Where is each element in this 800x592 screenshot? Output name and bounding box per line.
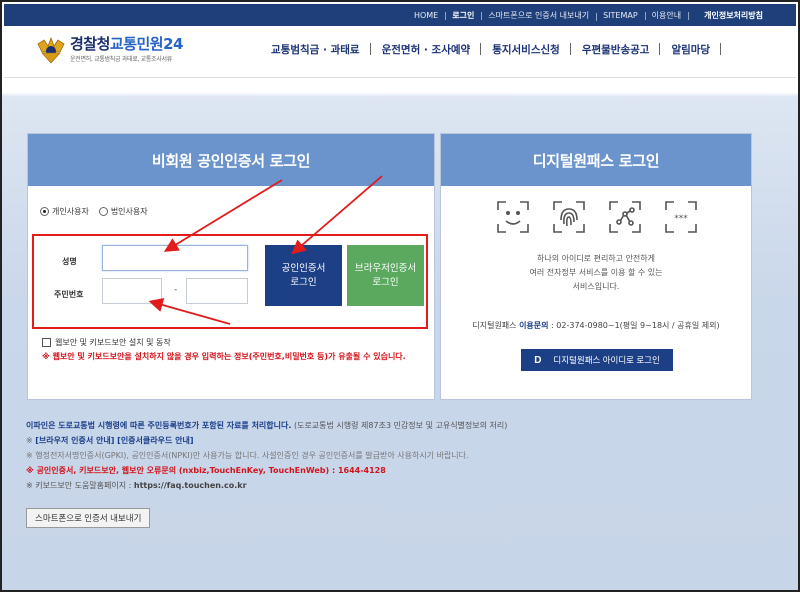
- digital-onepass-login-button[interactable]: D 디지털원패스 아이디로 로그인: [521, 349, 673, 371]
- nav-license[interactable]: 운전면허 · 조사예약: [371, 42, 482, 57]
- login-form-highlight: 성명 주민번호 - 공인인증서 로그인 브라우저인증서 로그인: [32, 234, 428, 329]
- notice-list: 이파인은 도로교통법 시행령에 따른 주민등록번호가 포함된 자료를 처리합니다…: [26, 418, 766, 493]
- notice-error-contact: ※ 공인인증서, 키보드보안, 웹보안 오류문의 (nxbiz,TouchEnK…: [26, 466, 386, 475]
- rrn-front-input[interactable]: [102, 278, 162, 304]
- security-check-label: 웹보안 및 키보드보안 설치 및 동작: [55, 338, 171, 347]
- site-header: 경찰청교통민원24 운전면허, 교통범칙금 과태료, 교통조사서류 교통범칙금 …: [4, 26, 796, 78]
- main-nav: 교통범칙금 · 과태료 운전면허 · 조사예약 통지서비스신청 우편물반송공고 …: [260, 42, 721, 57]
- name-input[interactable]: [102, 245, 248, 271]
- util-login-link[interactable]: 로그인: [445, 10, 481, 21]
- name-label: 성명: [62, 257, 77, 266]
- notice-rrn-processing: 이파인은 도로교통법 시행령에 따른 주민등록번호가 포함된 자료를 처리합니다…: [26, 421, 508, 430]
- utility-bar: HOME 로그인 스마트폰으로 인증서 내보내기 SITEMAP 이용안내 개인…: [4, 4, 796, 26]
- digital-onepass-description: 하나의 아이디로 편리하고 안전하게 여러 전자정부 서비스를 이용 할 수 있…: [529, 254, 663, 291]
- radio-corporate-label: 법인사용자: [110, 207, 148, 216]
- svg-text:***: ***: [674, 214, 688, 224]
- notice-cert-types: ※ 행정전자서명인증서(GPKI), 공인인증서(NPKI)만 사용가능 합니다…: [26, 451, 469, 460]
- nonmember-login-panel: 비회원 공인인증서 로그인 개인사용자 법인사용자 성명 주민번호 - 공인인증…: [27, 133, 435, 400]
- auth-method-icons: ***: [496, 200, 698, 234]
- rrn-label: 주민번호: [54, 290, 84, 299]
- radio-personal-dot[interactable]: [40, 207, 49, 216]
- nonmember-login-title: 비회원 공인인증서 로그인: [28, 134, 434, 186]
- fingerprint-icon: [553, 201, 585, 233]
- rrn-back-input[interactable]: [186, 278, 248, 304]
- notice-browser-cert-links[interactable]: ※ [브라우저 인증서 안내] [인증서클라우드 안내]: [26, 433, 766, 448]
- user-type-group: 개인사용자 법인사용자: [40, 206, 148, 217]
- rrn-dash: -: [174, 285, 178, 295]
- nav-notification[interactable]: 통지서비스신청: [481, 42, 571, 57]
- digital-onepass-button-label: 디지털원패스 아이디로 로그인: [553, 355, 660, 365]
- page-frame: HOME 로그인 스마트폰으로 인증서 내보내기 SITEMAP 이용안내 개인…: [0, 0, 800, 592]
- radio-corporate-dot[interactable]: [98, 207, 108, 216]
- security-checkbox[interactable]: [42, 338, 51, 347]
- face-id-icon: [497, 201, 529, 233]
- cert-login-button[interactable]: 공인인증서 로그인: [265, 245, 342, 306]
- notice-keyboard-help: ※ 키보드보안 도움말홈페이지 : https://faq.touchen.co…: [26, 481, 247, 490]
- onepass-d-icon: D: [534, 354, 542, 366]
- keyboard-help-link[interactable]: https://faq.touchen.co.kr: [134, 481, 247, 490]
- digital-onepass-contact: 디지털원패스 이용문의 : 02-374-0980~1(평일 9~18시 / 공…: [472, 321, 720, 330]
- util-privacy-link[interactable]: 개인정보처리방침: [688, 10, 770, 21]
- radio-personal[interactable]: 개인사용자: [40, 206, 89, 217]
- logo-title: 경찰청교통민원24: [70, 35, 183, 53]
- nav-notice[interactable]: 알림마당: [660, 42, 721, 57]
- browser-cert-login-button[interactable]: 브라우저인증서 로그인: [347, 245, 424, 306]
- util-guide-link[interactable]: 이용안내: [644, 10, 688, 21]
- logo-subtitle: 운전면허, 교통범칙금 과태료, 교통조사서류: [70, 56, 172, 63]
- export-cert-button[interactable]: 스마트폰으로 인증서 내보내기: [26, 508, 151, 528]
- site-logo[interactable]: 경찰청교통민원24 운전면허, 교통범칙금 과태료, 교통조사서류: [36, 36, 183, 64]
- pin-icon: ***: [665, 201, 697, 233]
- radio-corporate[interactable]: 법인사용자: [98, 206, 148, 217]
- security-warning: ※ 웹보안 및 키보드보안을 설치하지 않을 경우 입력하는 정보(주민번호,비…: [42, 352, 406, 361]
- digital-onepass-panel: 디지털원패스 로그인 *** 하나의 아이디로 편리하고 안전하게 여러 전자정…: [440, 133, 752, 400]
- util-home-link[interactable]: HOME: [407, 11, 445, 20]
- util-sitemap-link[interactable]: SITEMAP: [596, 11, 645, 21]
- police-emblem-icon: [37, 36, 65, 64]
- nav-fines[interactable]: 교통범칙금 · 과태료: [260, 42, 371, 57]
- security-install-row[interactable]: 웹보안 및 키보드보안 설치 및 동작: [42, 337, 171, 348]
- util-export-cert-link[interactable]: 스마트폰으로 인증서 내보내기: [481, 10, 596, 21]
- pattern-icon: [609, 201, 641, 233]
- radio-personal-label: 개인사용자: [52, 207, 89, 216]
- nav-returned-mail[interactable]: 우편물반송공고: [571, 42, 661, 57]
- digital-onepass-title: 디지털원패스 로그인: [441, 134, 751, 186]
